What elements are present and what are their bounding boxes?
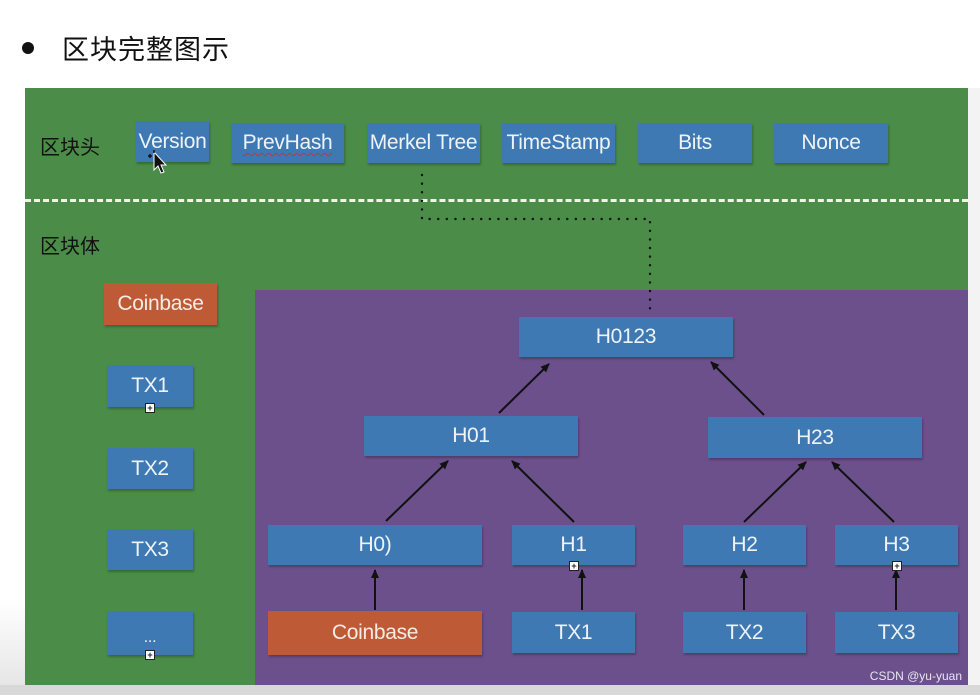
header-field-prevhash[interactable]: PrevHash <box>231 123 344 163</box>
tx-label: TX1 <box>131 374 169 397</box>
merkle-node-h1[interactable]: H1 <box>512 525 635 565</box>
node-label: H2 <box>731 533 758 556</box>
block-body-label: 区块体 <box>40 234 100 258</box>
bottom-bar <box>0 685 980 695</box>
leaf-label: TX1 <box>554 620 593 644</box>
header-body-divider <box>25 199 968 202</box>
tx-list-tx1[interactable]: TX1 <box>107 365 193 407</box>
field-label: PrevHash <box>242 131 333 154</box>
leaf-label: TX3 <box>877 620 916 644</box>
header-field-timestamp[interactable]: TimeStamp <box>502 123 615 163</box>
field-label: Bits <box>678 131 712 154</box>
node-label: H3 <box>883 533 910 556</box>
page-title: 区块完整图示 <box>62 35 230 66</box>
watermark: CSDN @yu-yuan <box>869 669 962 683</box>
merkle-node-h3[interactable]: H3 <box>835 525 958 565</box>
node-label: H23 <box>796 425 834 449</box>
resize-handle-icon[interactable]: + <box>892 561 902 571</box>
node-label: H1 <box>560 533 587 556</box>
resize-handle-icon[interactable]: + <box>569 561 579 571</box>
header-field-nonce[interactable]: Nonce <box>774 123 888 163</box>
left-edge <box>0 600 25 685</box>
node-label: H01 <box>452 424 490 447</box>
merkle-node-h23[interactable]: H23 <box>708 417 922 458</box>
tx-label: TX2 <box>131 456 169 480</box>
merkle-leaf-tx1[interactable]: TX1 <box>512 612 635 653</box>
block-header-label: 区块头 <box>40 135 100 159</box>
field-label: Nonce <box>801 131 861 154</box>
field-label: Merkel Tree <box>369 131 478 154</box>
right-edge <box>968 88 980 685</box>
bullet-point <box>22 42 34 54</box>
merkle-node-h01[interactable]: H01 <box>364 416 578 456</box>
tx-list-tx3[interactable]: TX3 <box>107 529 193 570</box>
tx-label: ... <box>143 629 157 646</box>
leaf-label: TX2 <box>725 620 764 644</box>
field-label: TimeStamp <box>506 131 611 154</box>
merkle-node-h0123[interactable]: H0123 <box>519 317 733 357</box>
mouse-cursor-icon <box>148 150 168 174</box>
merkle-leaf-tx2[interactable]: TX2 <box>683 612 806 653</box>
merkle-leaf-coinbase[interactable]: Coinbase <box>268 611 482 655</box>
tx-list-tx2[interactable]: TX2 <box>107 448 193 489</box>
leaf-label: Coinbase <box>331 621 419 644</box>
header-field-bits[interactable]: Bits <box>638 123 752 163</box>
tx-list-more[interactable]: ... <box>107 611 193 655</box>
header-field-merkel-tree[interactable]: Merkel Tree <box>367 123 480 163</box>
merkle-node-h0[interactable]: H0) <box>268 525 482 565</box>
node-label: H0) <box>358 533 392 556</box>
tx-label: Coinbase <box>117 292 204 315</box>
node-label: H0123 <box>595 325 657 348</box>
tx-label: TX3 <box>131 537 169 561</box>
merkle-node-h2[interactable]: H2 <box>683 525 806 565</box>
tx-list-coinbase[interactable]: Coinbase <box>104 283 217 325</box>
merkle-leaf-tx3[interactable]: TX3 <box>835 612 958 653</box>
resize-handle-icon[interactable]: + <box>145 403 155 413</box>
resize-handle-icon[interactable]: + <box>145 650 155 660</box>
